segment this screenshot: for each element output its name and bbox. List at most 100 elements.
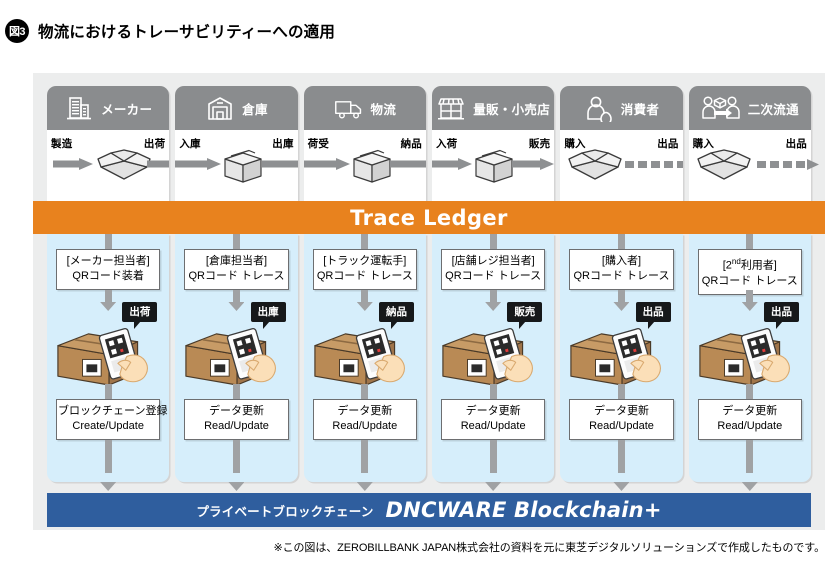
dashed-flow-arrow-icon bbox=[756, 159, 819, 170]
qr-scan-illustration: 出品 bbox=[564, 300, 678, 392]
consumer-person-icon bbox=[584, 94, 614, 122]
role-name: [購入者] bbox=[601, 255, 642, 267]
blockchain-arrowheads bbox=[47, 482, 811, 493]
open-box-icon bbox=[696, 149, 751, 180]
arrowhead-slot bbox=[432, 482, 554, 493]
stage-header-label: メーカー bbox=[101, 102, 153, 117]
warehouse-icon bbox=[205, 94, 235, 122]
arrowhead-slot bbox=[304, 482, 426, 493]
role-box[interactable]: [店舗レジ担当者] QRコード トレース bbox=[440, 249, 546, 290]
arrowhead-slot bbox=[689, 482, 811, 493]
flow-arrow-icon bbox=[431, 158, 472, 170]
connector-line bbox=[361, 440, 369, 473]
stage-header: 量販・小売店 bbox=[431, 86, 555, 130]
flow-label-out: 販売 bbox=[528, 138, 551, 150]
figure-title-bar: 図3 物流におけるトレーサビリティーへの適用 bbox=[0, 14, 840, 48]
traceability-diagram: メーカー 製造 出荷 倉庫 入庫 出庫 物流 荷受 納品 量販・小売店 入荷 販… bbox=[33, 73, 825, 530]
qr-scan-box-icon bbox=[442, 328, 533, 386]
detail-column-retail[interactable]: [店舗レジ担当者] QRコード トレース 販売 データ更新 Read/Updat… bbox=[431, 234, 555, 482]
qr-scan-box-icon bbox=[313, 328, 405, 386]
role-name: [トラック運転手] bbox=[323, 255, 407, 267]
connector-line bbox=[617, 384, 625, 399]
closed-box-icon bbox=[353, 149, 391, 183]
connector-line bbox=[104, 440, 112, 473]
qr-scan-illustration: 納品 bbox=[308, 300, 422, 392]
connector-line bbox=[746, 234, 754, 249]
role-box[interactable]: [購入者] QRコード トレース bbox=[569, 249, 674, 290]
role-name: [店舗レジ担当者] bbox=[451, 255, 535, 267]
connector-arrowhead bbox=[356, 482, 373, 491]
data-operation-box[interactable]: ブロックチェーン登録 Create/Update bbox=[56, 399, 167, 440]
stage-column-consumer[interactable]: 消費者 購入 出品 bbox=[560, 86, 683, 201]
truck-icon bbox=[334, 94, 364, 122]
dashed-flow-arrow-icon bbox=[624, 161, 683, 168]
data-operation-crud: Read/Update bbox=[460, 420, 526, 432]
qr-scan-box-icon bbox=[185, 328, 277, 386]
role-box[interactable]: [倉庫担当者] QRコード トレース bbox=[184, 249, 289, 290]
stage-flow-body: 入荷 販売 bbox=[431, 130, 555, 201]
flow-label-out: 出庫 bbox=[272, 138, 294, 150]
stage-header: 物流 bbox=[303, 86, 426, 130]
connector-arrowhead bbox=[741, 482, 758, 491]
stage-column-secondary-distribution[interactable]: 二次流通 購入 出品 bbox=[688, 86, 819, 201]
flow-arrow-icon bbox=[512, 158, 555, 170]
flow-label-in: 入荷 bbox=[435, 138, 458, 150]
open-box-icon bbox=[568, 149, 622, 180]
detail-column-manufacturer[interactable]: [メーカー担当者] QRコード装着 出荷 ブロックチェーン登録 Create/U… bbox=[47, 234, 170, 482]
stage-column-retail[interactable]: 量販・小売店 入荷 販売 bbox=[431, 86, 555, 201]
qr-scan-illustration: 販売 bbox=[436, 300, 550, 392]
data-operation-box[interactable]: データ更新 Read/Update bbox=[697, 399, 802, 440]
connector-arrowhead bbox=[613, 482, 630, 491]
stage-column-manufacturer[interactable]: メーカー 製造 出荷 bbox=[47, 86, 170, 201]
data-operation-label: データ更新 bbox=[722, 405, 778, 417]
qr-scan-illustration: 出荷 bbox=[51, 300, 165, 392]
connector-line bbox=[746, 384, 754, 399]
stage-header-label: 二次流通 bbox=[747, 102, 799, 117]
data-operation-label: データ更新 bbox=[593, 405, 649, 417]
closed-box-icon bbox=[224, 149, 262, 183]
data-operation-box[interactable]: データ更新 Read/Update bbox=[312, 399, 417, 440]
stage-flow-body: 入庫 出庫 bbox=[175, 130, 298, 201]
role-action: QRコード装着 bbox=[72, 270, 144, 282]
connector-line bbox=[232, 440, 240, 473]
data-operation-box[interactable]: データ更新 Read/Update bbox=[184, 399, 289, 440]
role-name: [メーカー担当者] bbox=[66, 255, 150, 267]
flow-arrow-icon bbox=[175, 158, 222, 170]
detail-column-warehouse[interactable]: [倉庫担当者] QRコード トレース 出庫 データ更新 Read/Update bbox=[175, 234, 298, 482]
source-footnote: ※この図は、ZEROBILLBANK JAPAN株式会社の資料を元に東芝デジタル… bbox=[273, 542, 826, 554]
connector-line bbox=[104, 234, 112, 249]
connector-line bbox=[361, 234, 369, 249]
data-operation-box[interactable]: データ更新 Read/Update bbox=[569, 399, 674, 440]
detail-column-consumer[interactable]: [購入者] QRコード トレース 出品 データ更新 Read/Update bbox=[560, 234, 683, 482]
data-operation-box[interactable]: データ更新 Read/Update bbox=[440, 399, 546, 440]
private-blockchain-bar: プライベートブロックチェーン DNCWARE Blockchain+ bbox=[47, 493, 811, 527]
stage-flow-body: 製造 出荷 bbox=[47, 130, 170, 201]
role-action: QRコード トレース bbox=[573, 270, 670, 282]
role-box[interactable]: [メーカー担当者] QRコード装着 bbox=[56, 249, 161, 290]
connector-line bbox=[489, 234, 497, 249]
connector-arrowhead bbox=[485, 482, 502, 491]
qr-scan-box-icon bbox=[570, 328, 662, 386]
dncware-product-label: DNCWARE Blockchain+ bbox=[385, 498, 662, 522]
person-to-person-handover-icon bbox=[701, 94, 741, 122]
stage-flow-body: 購入 出品 bbox=[689, 130, 819, 201]
qr-scan-box-icon bbox=[698, 328, 790, 386]
detail-column-secondary-distribution[interactable]: [2nd利用者] QRコード トレース 出品 データ更新 Read/Update bbox=[688, 234, 811, 482]
page-title: 物流におけるトレーサビリティーへの適用 bbox=[38, 24, 336, 41]
stage-column-warehouse[interactable]: 倉庫 入庫 出庫 bbox=[175, 86, 298, 201]
trace-ledger-bar: Trace Ledger bbox=[33, 201, 825, 234]
role-action: QRコード トレース bbox=[188, 270, 285, 282]
closed-box-icon bbox=[475, 149, 513, 183]
detail-column-logistics[interactable]: [トラック運転手] QRコード トレース 納品 データ更新 Read/Updat… bbox=[303, 234, 426, 482]
qr-scan-illustration: 出品 bbox=[693, 300, 807, 392]
scan-tag-badge: 販売 bbox=[507, 302, 543, 329]
stage-header-label: 量販・小売店 bbox=[473, 102, 551, 117]
stage-column-logistics[interactable]: 物流 荷受 納品 bbox=[303, 86, 426, 201]
data-operation-label: データ更新 bbox=[465, 405, 521, 417]
role-box[interactable]: [2nd利用者] QRコード トレース bbox=[697, 249, 802, 295]
role-box[interactable]: [トラック運転手] QRコード トレース bbox=[312, 249, 417, 290]
role-name: [2nd利用者] bbox=[722, 257, 777, 272]
scan-tag-badge: 出庫 bbox=[250, 302, 286, 329]
connector-arrowhead bbox=[100, 482, 117, 491]
figure-number-badge: 図3 bbox=[5, 19, 29, 43]
